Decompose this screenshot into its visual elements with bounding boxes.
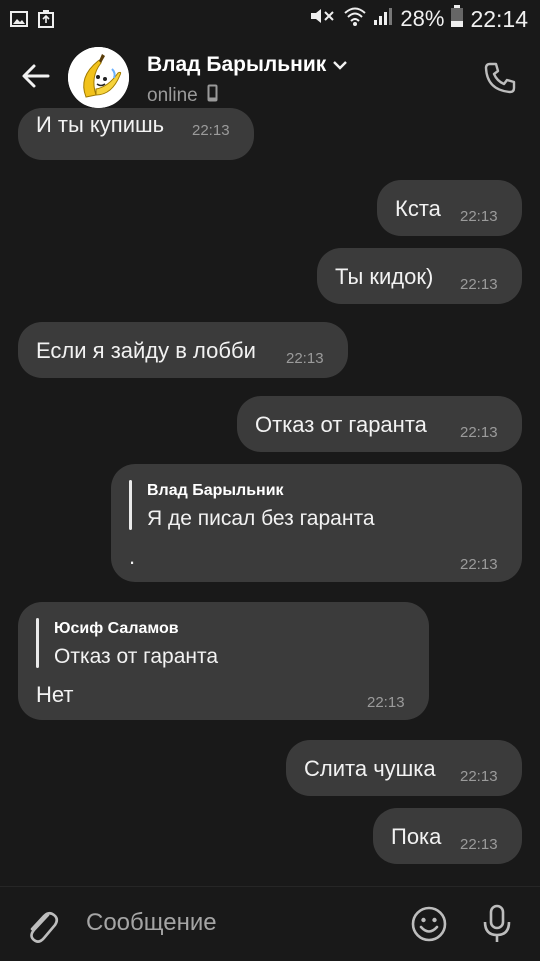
message-bubble-outgoing[interactable]: Пока 22:13 <box>373 808 522 864</box>
message-text: Нет <box>36 682 74 707</box>
battery-percent: 28% <box>400 6 445 31</box>
contact-status: online <box>147 84 218 108</box>
avatar[interactable] <box>68 47 129 108</box>
phone-icon <box>484 62 516 94</box>
message-time: 22:13 <box>460 768 498 785</box>
message-time: 22:13 <box>460 556 498 573</box>
emoji-button[interactable] <box>410 905 448 943</box>
message-text: . <box>129 544 136 569</box>
reply-author: Юсиф Саламов <box>54 620 179 637</box>
battery-icon <box>451 5 464 33</box>
message-time: 22:13 <box>286 350 324 367</box>
message-text: Ты кидок) <box>335 264 434 289</box>
reply-author: Влад Барыльник <box>147 482 284 499</box>
mic-icon <box>483 904 511 942</box>
message-text: И ты купишь <box>36 112 165 137</box>
emoji-icon <box>411 906 447 942</box>
message-time: 22:13 <box>192 122 230 139</box>
back-button[interactable] <box>18 58 54 94</box>
message-bubble-incoming-reply[interactable]: Юсиф Саламов Отказ от гаранта Нет 22:13 <box>18 602 429 720</box>
mute-icon <box>309 6 337 32</box>
status-text: online <box>147 85 198 107</box>
signal-icon <box>373 6 393 32</box>
message-text: Если я зайду в лобби <box>36 338 256 363</box>
reply-quote-bar <box>36 618 39 668</box>
message-time: 22:13 <box>460 276 498 293</box>
call-button[interactable] <box>482 60 518 96</box>
attach-icon <box>30 911 59 943</box>
message-text: Кста <box>395 196 441 221</box>
message-time: 22:13 <box>460 424 498 441</box>
chevron-down-icon[interactable] <box>332 53 348 77</box>
back-arrow-icon <box>22 64 50 88</box>
message-bubble-outgoing[interactable]: Слита чушка 22:13 <box>286 740 522 796</box>
message-bubble-outgoing[interactable]: Ты кидок) 22:13 <box>317 248 522 304</box>
mobile-icon <box>207 84 218 108</box>
wifi-icon <box>344 6 367 32</box>
composer-bar: Сообщение <box>0 886 540 961</box>
message-input[interactable]: Сообщение <box>86 909 217 937</box>
recycle-icon <box>38 8 54 34</box>
message-bubble-outgoing[interactable]: Кста 22:13 <box>377 180 522 236</box>
reply-quote-bar <box>129 480 132 530</box>
message-time: 22:13 <box>460 208 498 225</box>
message-time: 22:13 <box>367 694 405 711</box>
message-text: Слита чушка <box>304 756 436 781</box>
message-bubble-outgoing[interactable]: Отказ от гаранта 22:13 <box>237 396 522 452</box>
contact-name-text: Влад Барыльник <box>147 53 327 76</box>
message-bubble-outgoing-reply[interactable]: Влад Барыльник Я де писал без гаранта . … <box>111 464 522 582</box>
contact-name[interactable]: Влад Барыльник <box>147 53 348 77</box>
message-bubble-incoming[interactable]: И ты купишь 22:13 <box>18 108 254 160</box>
message-bubble-incoming[interactable]: Если я зайду в лобби 22:13 <box>18 322 348 378</box>
status-time: 22:14 <box>470 5 528 32</box>
status-bar: 28% 22:14 <box>0 0 540 36</box>
reply-text: Я де писал без гаранта <box>147 507 375 530</box>
attach-button[interactable] <box>24 905 60 945</box>
message-text: Пока <box>391 824 442 849</box>
message-list[interactable]: И ты купишь 22:13 Кста 22:13 Ты кидок) 2… <box>0 108 540 885</box>
message-text: Отказ от гаранта <box>255 412 427 437</box>
voice-message-button[interactable] <box>480 903 514 945</box>
message-time: 22:13 <box>460 836 498 853</box>
reply-text: Отказ от гаранта <box>54 645 219 668</box>
avatar-banana <box>68 47 129 108</box>
image-icon <box>10 8 28 34</box>
